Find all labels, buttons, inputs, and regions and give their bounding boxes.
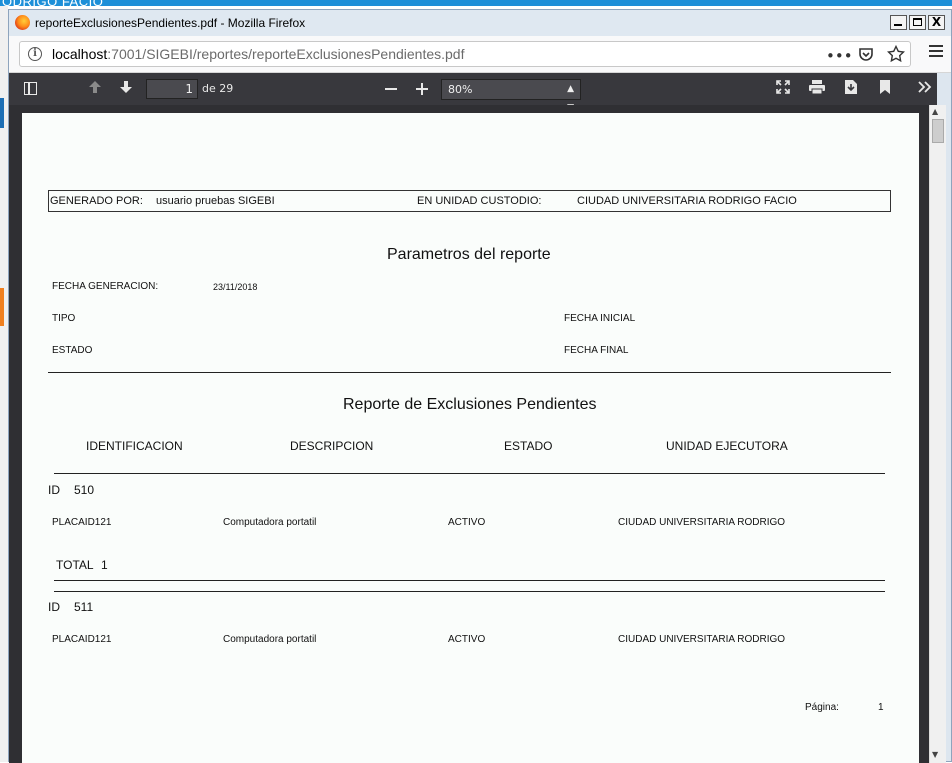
group-id-value: 511 <box>74 600 94 614</box>
custodian-unit-value: CIUDAD UNIVERSITARIA RODRIGO FACIO <box>577 195 797 207</box>
bookmark-star-icon[interactable] <box>886 44 906 67</box>
page-number-input[interactable]: 1 <box>146 79 198 99</box>
parameters-title: Parametros del reporte <box>387 246 551 263</box>
pdf-page: GENERADO POR: usuario pruebas SIGEBI EN … <box>22 113 919 763</box>
minimize-button[interactable] <box>890 15 907 30</box>
site-info-icon[interactable]: i <box>28 47 42 61</box>
previous-page-icon[interactable] <box>85 79 105 99</box>
scrollbar-thumb[interactable] <box>932 119 944 143</box>
pocket-icon[interactable] <box>856 46 876 66</box>
toggle-sidebar-icon[interactable] <box>21 79 41 99</box>
table-cell: CIUDAD UNIVERSITARIA RODRIGO <box>618 517 786 528</box>
vertical-scrollbar[interactable]: ▲ ▼ <box>929 105 946 763</box>
divider <box>54 473 885 474</box>
close-button[interactable]: X <box>928 15 945 30</box>
desktop-mark <box>0 288 4 326</box>
desktop-left-strip <box>0 6 8 762</box>
total-value: 1 <box>101 558 108 572</box>
window-title: reporteExclusionesPendientes.pdf - Mozil… <box>35 16 306 30</box>
zoom-value: 80% <box>448 83 473 96</box>
url-bar[interactable]: i localhost:7001/SIGEBI/reportes/reporte… <box>19 41 911 67</box>
firefox-window: reporteExclusionesPendientes.pdf - Mozil… <box>8 9 952 763</box>
zoom-out-icon[interactable] <box>381 79 401 99</box>
pdf-toolbar: 1 de 29 80% ▲▼ <box>9 73 937 113</box>
generated-by-label: GENERADO POR: <box>50 195 143 207</box>
table-cell: PLACAID121 <box>52 634 112 645</box>
zoom-in-icon[interactable] <box>412 79 432 99</box>
desktop-mark <box>0 98 4 128</box>
divider <box>54 580 885 581</box>
url-text[interactable]: localhost:7001/SIGEBI/reportes/reporteEx… <box>52 46 464 62</box>
generated-by-value: usuario pruebas SIGEBI <box>156 195 275 207</box>
column-header: UNIDAD EJECUTORA <box>666 439 788 453</box>
table-cell: PLACAID121 <box>52 517 112 528</box>
url-path: :7001/SIGEBI/reportes/reporteExclusiones… <box>107 46 465 62</box>
total-label: TOTAL <box>56 558 94 572</box>
presentation-mode-icon[interactable] <box>773 79 793 99</box>
download-icon[interactable] <box>841 79 861 99</box>
divider <box>48 372 891 373</box>
divider <box>54 591 885 592</box>
desktop-top-strip: ODRIGO FACIO <box>0 0 952 9</box>
title-bar[interactable]: reporteExclusionesPendientes.pdf - Mozil… <box>9 10 951 36</box>
status-label: ESTADO <box>52 345 93 356</box>
report-header-box: GENERADO POR: usuario pruebas SIGEBI EN … <box>48 190 891 212</box>
scroll-down-icon[interactable]: ▼ <box>932 750 938 759</box>
generation-date-label: FECHA GENERACION: <box>52 281 159 292</box>
page-footer-label: Página: <box>805 702 839 713</box>
page-footer-value: 1 <box>878 702 884 713</box>
column-header: ESTADO <box>504 439 553 453</box>
table-cell: ACTIVO <box>448 517 486 528</box>
table-cell: ACTIVO <box>448 634 486 645</box>
navigation-bar: i localhost:7001/SIGEBI/reportes/reporte… <box>9 36 951 73</box>
print-icon[interactable] <box>807 79 827 99</box>
custodian-unit-label: EN UNIDAD CUSTODIO: <box>417 195 542 207</box>
group-id-value: 510 <box>74 483 95 497</box>
firefox-icon <box>15 15 30 30</box>
group-id-label: ID <box>48 483 60 497</box>
bookmark-icon[interactable] <box>875 79 895 99</box>
maximize-button[interactable] <box>909 15 926 30</box>
url-host: localhost <box>52 46 108 62</box>
hamburger-menu-icon[interactable] <box>929 45 943 60</box>
generation-date-value: 23/11/2018 <box>213 282 258 292</box>
column-header: IDENTIFICACION <box>86 439 183 453</box>
start-date-label: FECHA INICIAL <box>564 313 636 324</box>
zoom-select[interactable]: 80% ▲▼ <box>441 79 581 113</box>
tools-chevron-icon[interactable] <box>915 79 935 99</box>
table-cell: Computadora portatil <box>223 517 317 528</box>
table-cell: Computadora portatil <box>223 634 317 645</box>
report-title: Reporte de Exclusiones Pendientes <box>343 396 597 413</box>
table-cell: CIUDAD UNIVERSITARIA RODRIGO <box>618 634 786 645</box>
page-count: de 29 <box>202 82 234 95</box>
type-label: TIPO <box>52 313 76 324</box>
next-page-icon[interactable] <box>116 79 136 99</box>
group-id-label: ID <box>48 600 60 614</box>
end-date-label: FECHA FINAL <box>564 345 629 356</box>
scroll-up-icon[interactable]: ▲ <box>932 107 938 116</box>
column-header: DESCRIPCION <box>290 439 374 453</box>
page-actions-button[interactable]: ••• <box>826 47 853 65</box>
desktop-background-text: ODRIGO FACIO <box>2 0 104 9</box>
